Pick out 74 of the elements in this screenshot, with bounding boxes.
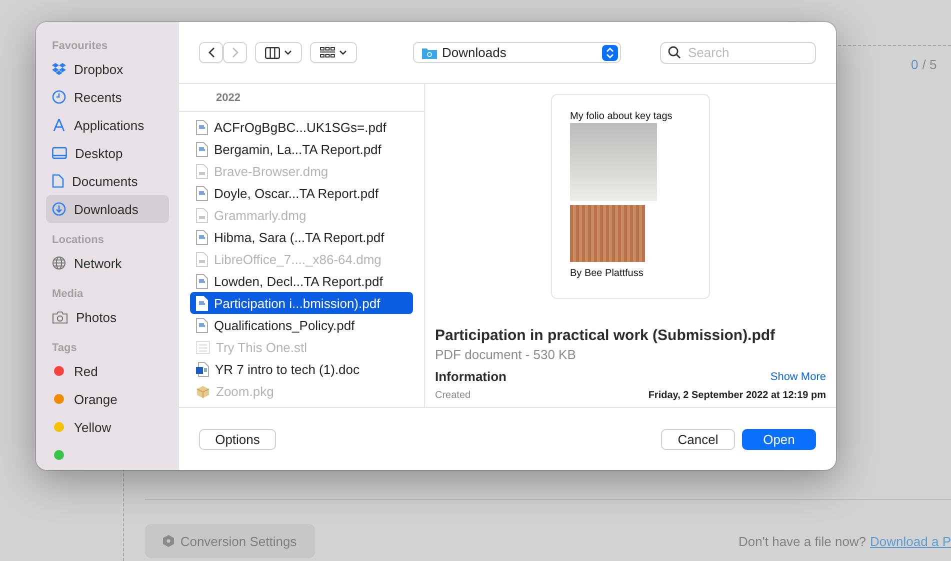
options-button[interactable]: Options [199,428,276,450]
preview-file-type: PDF document - 530 KB [435,347,577,362]
hexagon-icon [163,535,174,547]
thumbnail-title: My folio about key tags [570,111,674,122]
search-icon [668,46,681,58]
cancel-button[interactable]: Cancel [661,428,735,450]
sidebar-item[interactable]: Desktop [46,139,169,167]
pdf-file-icon [196,318,208,332]
download-icon [52,202,66,216]
show-more-link[interactable]: Show More [770,370,826,382]
disk-image-file-icon [196,252,208,266]
stepper-icon [602,44,618,60]
sidebar-item[interactable]: Network [46,249,169,277]
sidebar-item[interactable]: Downloads [46,195,169,223]
pdf-file-icon [196,142,208,156]
clock-icon [52,90,66,104]
sidebar-item[interactable]: Red [46,357,169,385]
file-row[interactable]: Bergamin, La...TA Report.pdf [190,138,413,160]
file-row[interactable]: Participation i...bmission).pdf [190,292,413,314]
pdf-file-icon [196,186,208,200]
file-row[interactable]: ACFrOgBgBC...UK1SGs=.pdf [190,116,413,138]
sidebar-heading: Favourites [51,39,109,54]
chevron-left-icon [208,47,214,58]
sidebar-heading: Tags [51,341,78,356]
pdf-file-icon [196,274,208,288]
file-limit: / 5 [922,57,937,72]
sidebar-item[interactable]: Dropbox [46,55,169,83]
word-file-icon [196,362,209,376]
desktop-icon [52,147,67,159]
model-file-icon [196,340,210,354]
open-button[interactable]: Open [742,428,816,450]
info-label: Created [435,390,471,401]
file-count: 0 [911,57,918,72]
pdf-file-icon [196,120,208,134]
dropbox-icon [52,63,66,75]
folder-icon [422,46,437,58]
thumbnail-caption: By Bee Plattfuss [570,268,644,279]
back-button[interactable] [199,42,223,63]
information-heading: Information [435,369,506,384]
search-field[interactable]: Search [660,42,816,64]
preview-file-name: Participation in practical work (Submission).pdf [435,327,776,344]
pdf-file-icon [196,296,208,310]
camera-icon [52,310,68,324]
sidebar-item[interactable]: Applications [46,111,169,139]
package-icon [196,384,210,398]
file-row[interactable]: Hibma, Sara (...TA Report.pdf [190,226,413,248]
file-row[interactable]: Doyle, Oscar...TA Report.pdf [190,182,413,204]
pdf-file-icon [196,230,208,244]
sidebar-item[interactable]: Yellow [46,413,169,441]
sidebar-item[interactable]: Documents [46,167,169,195]
sidebar-heading: Locations [51,233,105,248]
column-view-button[interactable] [255,42,302,63]
chevron-down-icon [339,50,347,55]
group-view-button[interactable] [310,42,357,63]
sidebar-item[interactable]: Photos [46,303,169,331]
globe-icon [52,256,66,270]
document-icon [52,174,64,188]
file-row[interactable]: Qualifications_Policy.pdf [190,314,413,336]
disk-image-file-icon [196,164,208,178]
info-value: Friday, 2 September 2022 at 12:19 pm [648,390,826,401]
sidebar-item[interactable]: Orange [46,385,169,413]
applications-icon [52,118,66,132]
columns-icon [265,46,280,58]
footer-text: Don't have a file now? [738,534,866,548]
grid-icon [320,47,335,58]
sidebar-heading: Media [51,287,84,302]
chevron-right-icon [232,47,238,58]
disk-image-file-icon [196,208,208,222]
location-popup[interactable]: Downloads [413,42,621,63]
chevron-down-icon [284,50,292,55]
file-row[interactable]: YR 7 intro to tech (1).doc [190,358,413,380]
file-row[interactable]: Lowden, Decl...TA Report.pdf [190,270,413,292]
sidebar-item[interactable]: Recents [46,83,169,111]
list-group-header: 2022 [179,84,424,112]
